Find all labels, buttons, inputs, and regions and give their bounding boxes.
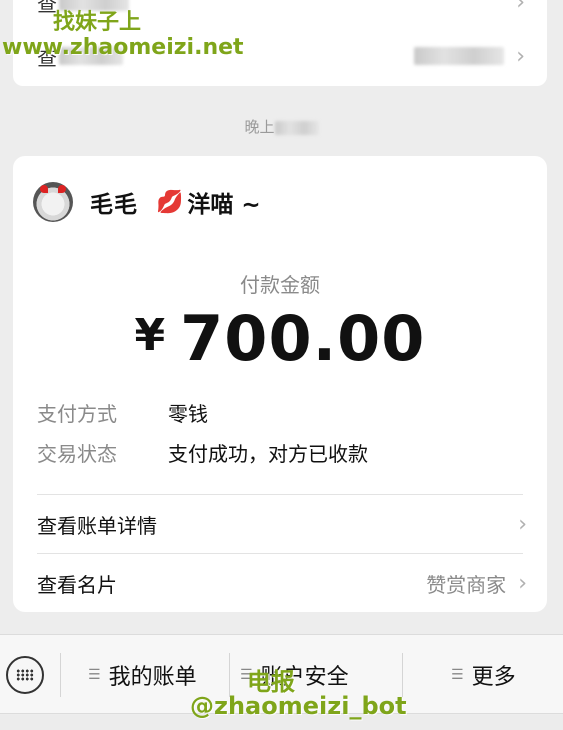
payment-card: 毛毛 💋 洋喵 ~ 付款金额 ¥700.00 支付方式 零钱 交易状态 支付成功…: [13, 156, 547, 612]
view-card-label: 查看名片: [37, 572, 117, 597]
timestamp: 晚上: [0, 116, 563, 137]
lips-icon: 💋: [156, 189, 184, 215]
transaction-status-label: 交易状态: [37, 442, 117, 466]
menu-icon: ☰: [451, 667, 464, 683]
amount-value: 700.00: [180, 302, 426, 375]
chevron-right-icon: ›: [516, 0, 525, 15]
menu-my-bills-label: 我的账单: [108, 665, 197, 690]
view-card-row[interactable]: 查看名片 赞赏商家 ›: [37, 554, 527, 612]
sender-header[interactable]: 毛毛 💋 洋喵 ~: [33, 182, 261, 222]
divider: [402, 653, 403, 697]
chevron-right-icon: ›: [518, 511, 527, 537]
watermark-handle: @zhaomeizi_bot: [190, 692, 407, 720]
menu-more-label: 更多: [471, 665, 516, 690]
view-bill-details-label: 查看账单详情: [37, 513, 157, 538]
menu-icon: ☰: [88, 667, 101, 683]
menu-more[interactable]: ☰ 更多: [451, 659, 516, 691]
transaction-status-row: 交易状态 支付成功，对方已收款: [37, 438, 368, 467]
amount-label: 付款金额: [240, 273, 320, 297]
keyboard-icon[interactable]: [6, 656, 44, 694]
chevron-right-icon: ›: [518, 570, 527, 596]
menu-my-bills[interactable]: ☰ 我的账单: [88, 659, 197, 691]
payment-method-row: 支付方式 零钱: [37, 398, 208, 427]
redacted-value: [414, 47, 505, 65]
view-card-value: 赞赏商家: [426, 572, 507, 597]
payment-method-value: 零钱: [168, 402, 208, 426]
view-bill-details-row[interactable]: 查看账单详情 ›: [37, 495, 527, 553]
avatar[interactable]: [33, 182, 73, 222]
divider: [229, 653, 230, 697]
watermark-url: www.zhaomeizi.net: [2, 35, 244, 60]
timestamp-label: 晚上: [244, 118, 275, 136]
payment-amount: ¥700.00: [13, 302, 547, 375]
divider: [60, 653, 61, 697]
payment-method-label: 支付方式: [37, 402, 117, 426]
sender-name: 毛毛: [90, 192, 138, 218]
currency-symbol: ¥: [134, 310, 167, 361]
redacted-time: [274, 120, 319, 135]
transaction-status-value: 支付成功，对方已收款: [168, 442, 368, 466]
sender-nickname: 洋喵 ~: [187, 192, 261, 218]
chevron-right-icon: ›: [516, 43, 525, 69]
watermark-text: 找妹子上: [53, 10, 142, 35]
